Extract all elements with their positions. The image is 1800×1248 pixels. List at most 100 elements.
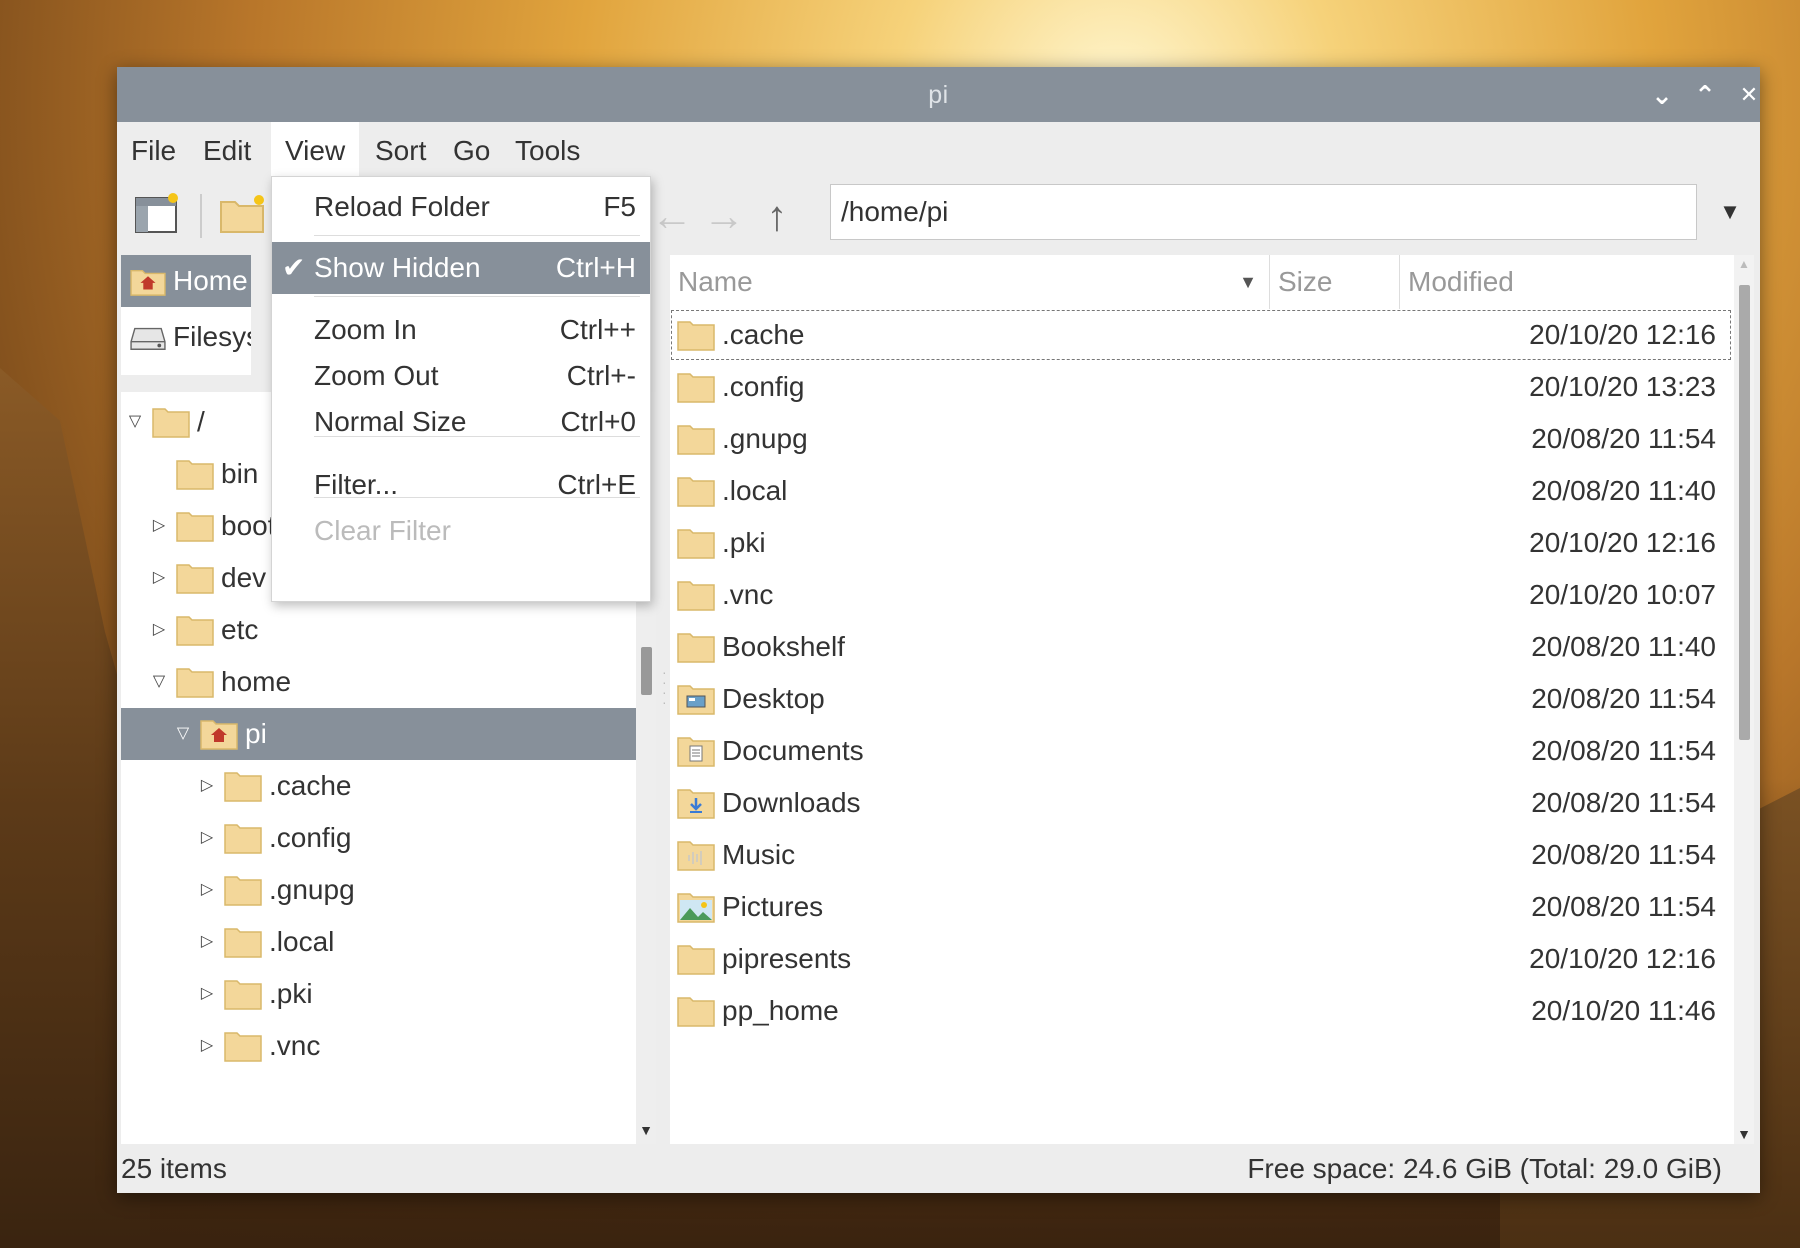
collapsed-arrow-icon[interactable]: ▷ [197,916,217,968]
tree-item[interactable]: ▷ .pki [121,968,636,1020]
file-row[interactable]: Downloads 20/08/20 11:54 [670,777,1732,829]
file-row[interactable]: pp_home 20/10/20 11:46 [670,985,1732,1037]
file-row[interactable]: Documents 20/08/20 11:54 [670,725,1732,777]
tree-item[interactable]: ▽ home [121,656,636,708]
menu-item-reload-folder[interactable]: Reload Folder F5 [272,181,650,233]
column-modified-header[interactable]: Modified [1400,255,1739,309]
tree-item-label: pi [245,718,267,749]
folder-icon [176,668,214,698]
folder-icon [677,425,715,455]
tree-item[interactable]: ▷ .cache [121,760,636,812]
file-row[interactable]: .vnc 20/10/20 10:07 [670,569,1732,621]
new-folder-icon [220,195,264,233]
file-modified: 20/08/20 11:54 [1531,735,1716,766]
file-modified: 20/08/20 11:54 [1531,423,1716,454]
tree-item[interactable]: ▷ .local [121,916,636,968]
tree-item-label: .local [269,926,335,957]
menu-go[interactable]: Go [439,122,504,180]
place-filesystem-root[interactable]: Filesystem Root [121,311,251,363]
scroll-up-icon[interactable]: ▲ [1734,257,1754,271]
menu-item-zoom-out[interactable]: Zoom Out Ctrl+- [272,350,650,402]
file-row[interactable]: Desktop 20/08/20 11:54 [670,673,1732,725]
file-name: Pictures [722,891,824,922]
pane-splitter[interactable]: · · · · [662,665,668,717]
column-size-header[interactable]: Size [1270,255,1400,309]
menu-tools[interactable]: Tools [501,122,594,180]
menu-sort[interactable]: Sort [361,122,440,180]
file-row[interactable]: .config 20/10/20 13:23 [670,361,1732,413]
path-input[interactable]: /home/pi [830,184,1697,240]
tree-item[interactable]: ▷ .vnc [121,1020,636,1072]
file-row[interactable]: .gnupg 20/08/20 11:54 [670,413,1732,465]
collapsed-arrow-icon[interactable]: ▷ [149,552,169,604]
file-list-scroll-thumb[interactable] [1739,285,1750,740]
tree-item-label: boot [221,510,276,541]
forward-button[interactable]: → [699,188,749,244]
tree-item[interactable]: ▷ .config [121,812,636,864]
path-dropdown-icon[interactable]: ▼ [1710,192,1750,232]
file-name: Bookshelf [722,631,845,662]
expanded-arrow-icon[interactable]: ▽ [149,656,169,708]
place-home-folder[interactable]: Home Folder [121,255,251,307]
file-row[interactable]: .pki 20/10/20 12:16 [670,517,1732,569]
tree-item[interactable]: ▷ .gnupg [121,864,636,916]
menu-item-shortcut: Ctrl+- [566,360,636,391]
collapsed-arrow-icon[interactable]: ▷ [197,968,217,1020]
folder-icon [677,529,715,559]
expanded-arrow-icon[interactable]: ▽ [173,708,193,760]
tree-item[interactable]: ▽ pi [121,708,636,760]
file-name: Music [722,839,796,870]
menu-item-filter[interactable]: Filter... Ctrl+E [272,459,650,511]
folder-icon [224,1032,262,1062]
collapsed-arrow-icon[interactable]: ▷ [149,604,169,656]
folder-icon [176,616,214,646]
collapsed-arrow-icon[interactable]: ▷ [197,760,217,812]
file-row[interactable]: Music 20/08/20 11:54 [670,829,1732,881]
scroll-down-icon[interactable]: ▼ [636,1122,656,1142]
menu-view[interactable]: View [271,122,360,180]
folder-icon [176,564,214,594]
tree-item[interactable]: ▷ etc [121,604,636,656]
tree-scroll-thumb[interactable] [641,647,652,695]
close-icon[interactable]: ✕ [1731,77,1767,113]
maximize-icon[interactable]: ⌃ [1687,77,1723,113]
music-folder-icon [677,841,715,871]
tree-item-label: / [197,406,205,437]
menu-item-label: Clear Filter [314,515,451,546]
menu-edit[interactable]: Edit [189,122,265,180]
file-row[interactable]: Pictures 20/08/20 11:54 [670,881,1732,933]
menu-item-zoom-in[interactable]: Zoom In Ctrl++ [272,304,650,356]
minimize-icon[interactable]: ⌄ [1644,77,1680,113]
column-name-header[interactable]: Name ▼ [670,255,1270,309]
title-bar[interactable]: pi ⌄ ⌃ ✕ [117,67,1760,122]
file-name: Documents [722,735,864,766]
sort-descending-icon: ▼ [1239,272,1257,292]
expanded-arrow-icon[interactable]: ▽ [125,396,145,448]
menu-item-normal-size[interactable]: Normal Size Ctrl+0 [272,396,650,448]
scroll-down-icon[interactable]: ▼ [1734,1126,1754,1142]
collapsed-arrow-icon[interactable]: ▷ [197,812,217,864]
file-modified: 20/08/20 11:40 [1531,631,1716,662]
collapsed-arrow-icon[interactable]: ▷ [197,864,217,916]
up-button[interactable]: ↑ [752,188,802,244]
window-title: pi [928,81,949,109]
menu-item-shortcut: Ctrl+0 [560,406,636,437]
file-list-scrollbar[interactable]: ▲ ▼ [1734,255,1754,1144]
menu-item-clear-filter[interactable]: Clear Filter [272,505,650,557]
file-row[interactable]: .cache 20/10/20 12:16 [670,309,1732,361]
new-window-button[interactable] [131,188,187,244]
menu-file[interactable]: File [117,122,190,180]
file-row[interactable]: pipresents 20/10/20 12:16 [670,933,1732,985]
menu-bar: File Edit View Sort Go Tools [117,122,1760,180]
file-row[interactable]: .local 20/08/20 11:40 [670,465,1732,517]
menu-item-show-hidden[interactable]: ✔ Show Hidden Ctrl+H [272,242,650,294]
file-row[interactable]: Bookshelf 20/08/20 11:40 [670,621,1732,673]
new-tab-button[interactable] [217,188,273,244]
collapsed-arrow-icon[interactable]: ▷ [149,500,169,552]
folder-icon [224,772,262,802]
back-button[interactable]: ← [647,188,697,244]
menu-item-label: Zoom Out [314,360,439,391]
pictures-folder-icon [677,893,715,923]
collapsed-arrow-icon[interactable]: ▷ [197,1020,217,1072]
places-panel: Home Folder Filesystem Root [121,255,251,375]
